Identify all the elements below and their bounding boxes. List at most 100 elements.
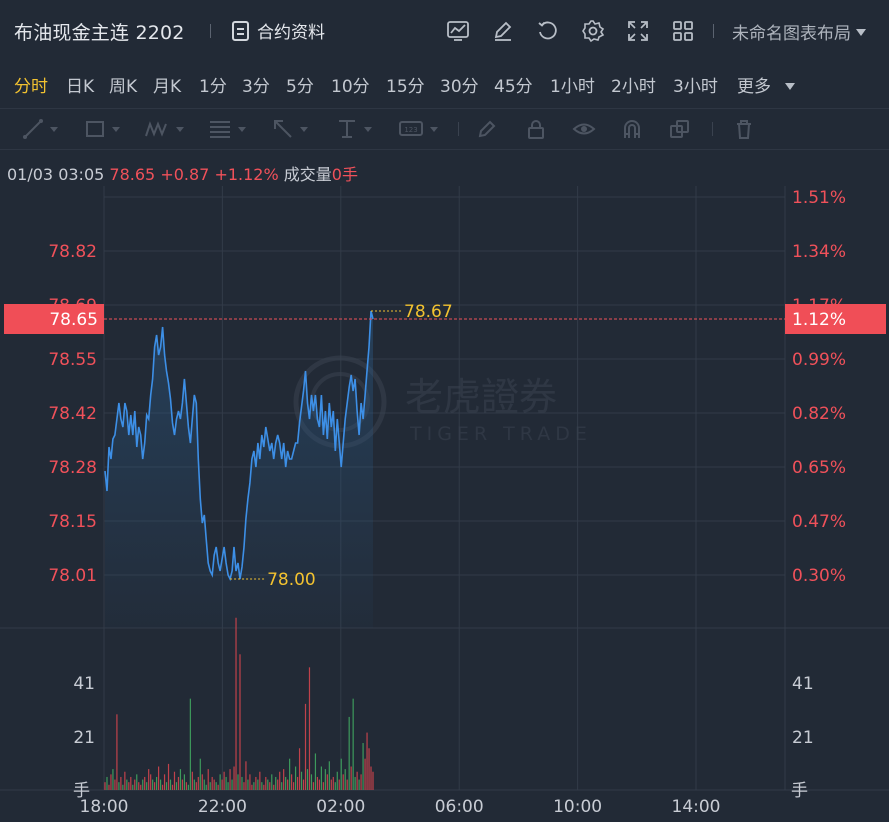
volume-bar: [106, 776, 108, 790]
volume-bar: [277, 779, 279, 790]
volume-bar: [163, 774, 166, 790]
volume-bar: [348, 716, 350, 790]
volume-bar: [223, 771, 225, 790]
volume-bar: [269, 782, 271, 790]
volume-bar: [152, 779, 154, 790]
volume-bar: [217, 784, 219, 790]
price-tick-label: 78.01: [48, 566, 97, 586]
volume-bar: [239, 654, 241, 790]
volume-bar: [334, 782, 336, 790]
volume-bar: [241, 776, 243, 790]
volume-bar: [142, 779, 144, 790]
volume-bar: [271, 774, 273, 790]
volume-bar: [138, 782, 140, 790]
watermark-en: TIGER TRADE: [409, 423, 592, 445]
volume-bar: [263, 784, 265, 790]
volume-bar: [112, 769, 114, 790]
volume-bar: [324, 769, 326, 790]
volume-bar: [235, 617, 237, 790]
volume-tick-left: 21: [73, 728, 95, 748]
volume-bar: [318, 779, 320, 790]
volume-bar: [289, 758, 291, 790]
volume-bar: [219, 774, 221, 790]
volume-bar: [328, 761, 330, 790]
volume-bar: [326, 774, 328, 790]
volume-bar: [368, 748, 370, 790]
volume-bar: [205, 784, 207, 790]
volume-bar: [312, 782, 315, 790]
volume-bar: [346, 779, 348, 790]
time-tick-label: 14:00: [672, 797, 721, 817]
volume-tick-left: 41: [73, 674, 95, 694]
volume-bar: [281, 782, 283, 790]
volume-bar: [191, 771, 193, 790]
volume-bar: [366, 732, 368, 790]
volume-bar: [161, 784, 164, 790]
volume-bar: [259, 771, 261, 790]
volume-bar: [352, 698, 354, 790]
volume-bar: [227, 782, 229, 790]
volume-bar: [364, 758, 366, 790]
volume-bar: [255, 776, 257, 790]
volume-bar: [118, 782, 120, 790]
volume-bar: [110, 774, 112, 790]
time-tick-label: 10:00: [553, 797, 602, 817]
volume-bar: [140, 784, 142, 790]
low-price-label: 78.00: [267, 570, 316, 590]
volume-bar: [209, 782, 211, 790]
volume-bar: [229, 769, 231, 790]
volume-bar: [221, 779, 223, 790]
time-tick-label: 22:00: [198, 797, 247, 817]
volume-bar: [158, 766, 160, 790]
pct-tick-label: 1.34%: [792, 242, 846, 262]
volume-bar: [203, 779, 205, 790]
volume-bar: [187, 784, 189, 790]
volume-bar: [181, 779, 184, 790]
volume-bar: [283, 769, 285, 790]
volume-bar: [195, 782, 197, 790]
volume-bar: [306, 769, 309, 790]
volume-bar: [332, 776, 334, 790]
price-tick-label: 78.42: [48, 404, 97, 424]
volume-bar: [287, 779, 289, 790]
volume-bar: [322, 782, 324, 790]
volume-bar: [231, 779, 233, 790]
volume-bar: [116, 714, 118, 790]
volume-bar: [354, 776, 356, 790]
volume-bar: [316, 776, 319, 790]
volume-bar: [165, 782, 168, 790]
volume-bar: [243, 782, 245, 790]
volume-bar: [169, 779, 172, 790]
volume-bar: [211, 776, 213, 790]
volume-bar: [108, 784, 110, 790]
pct-tick-label: 0.82%: [792, 404, 846, 424]
volume-bar: [330, 779, 332, 790]
volume-bar: [362, 743, 364, 790]
volume-unit-right: 手: [791, 781, 808, 801]
volume-bar: [249, 774, 251, 790]
volume-bar: [175, 782, 178, 790]
volume-bar: [261, 782, 263, 790]
volume-bar: [253, 782, 255, 790]
volume-bar: [167, 763, 170, 790]
volume-bar: [201, 774, 203, 790]
volume-bar: [124, 771, 126, 790]
volume-bar: [308, 667, 311, 790]
volume-bar: [358, 779, 360, 790]
volume-bar: [338, 779, 340, 790]
intraday-chart[interactable]: 老虎證券 TIGER TRADE 78.8278.6978.5578.4278.…: [0, 0, 889, 822]
volume-bar: [336, 771, 338, 790]
volume-bar: [342, 774, 344, 790]
volume-bar: [146, 782, 148, 790]
volume-bar: [144, 776, 146, 790]
price-tick-label: 78.28: [48, 458, 97, 478]
pct-tick-label: 0.99%: [792, 350, 846, 370]
volume-bar: [120, 776, 122, 790]
volume-bar: [273, 784, 275, 790]
current-price-label: 78.65: [49, 310, 98, 330]
volume-tick-right: 21: [792, 728, 814, 748]
volume-bar: [207, 769, 209, 790]
volume-bar: [285, 776, 287, 790]
volume-bar: [300, 771, 303, 790]
volume-bar: [197, 776, 199, 790]
